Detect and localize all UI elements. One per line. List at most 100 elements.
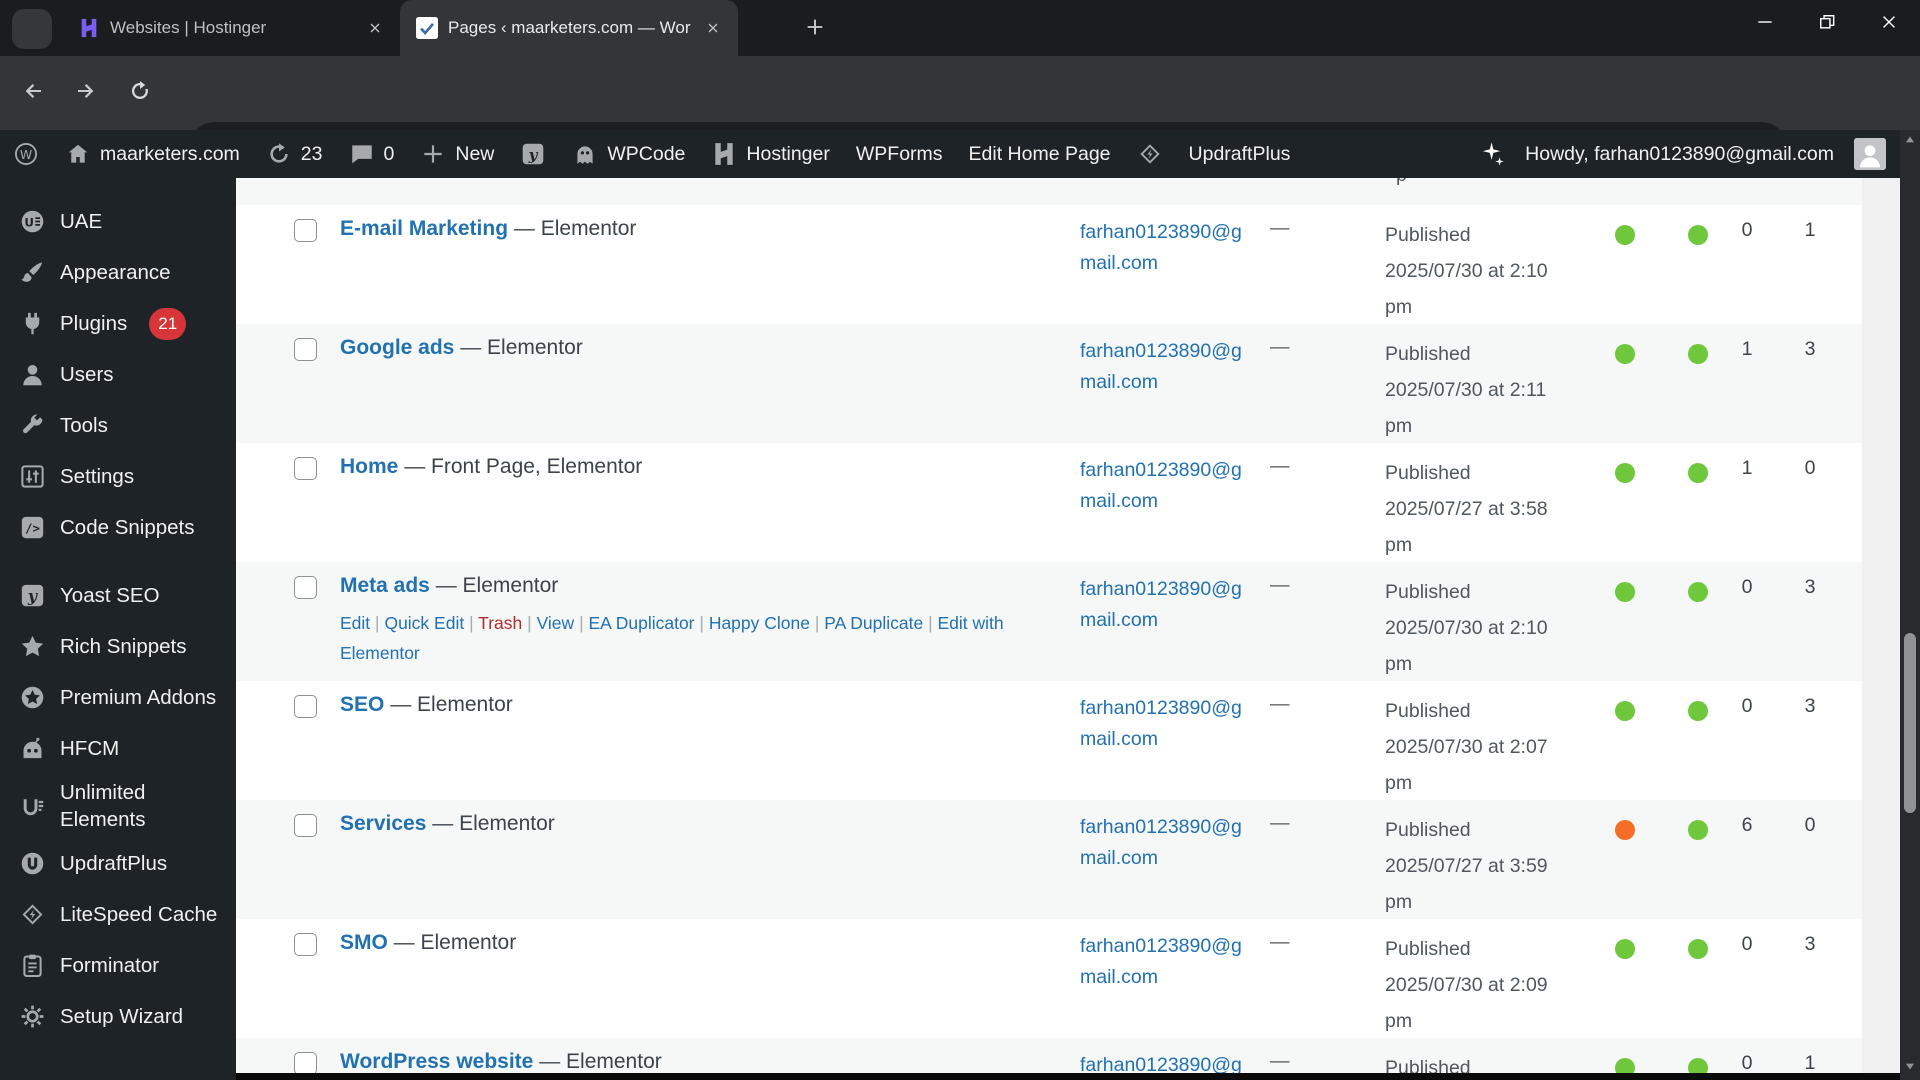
- tab-close-icon[interactable]: [702, 17, 724, 39]
- adminbar-label: WPForms: [855, 142, 943, 165]
- close-button[interactable]: [1858, 0, 1920, 48]
- sliders-icon: [18, 463, 46, 491]
- author-link[interactable]: farhan0123890@g mail.com: [1080, 812, 1258, 874]
- page-title-link[interactable]: WordPress website: [340, 1050, 533, 1073]
- row-checkbox[interactable]: [294, 933, 317, 956]
- page-title-line: Services — Elementor: [340, 812, 555, 836]
- author-link[interactable]: farhan0123890@g mail.com: [1080, 693, 1258, 755]
- adminbar-yoast[interactable]: y: [507, 130, 559, 178]
- row-action-quick-edit[interactable]: Quick Edit: [384, 613, 464, 633]
- adminbar-site-name[interactable]: maarketers.com: [52, 130, 253, 178]
- new-tab-button[interactable]: [800, 14, 830, 44]
- sidebar-item-updraftplus[interactable]: UpdraftPlus: [0, 838, 236, 889]
- author-link[interactable]: farhan0123890@g mail.com: [1080, 574, 1258, 636]
- plus-icon: [804, 16, 826, 43]
- forward-button[interactable]: [66, 73, 106, 113]
- count-column-2: 3: [1804, 695, 1816, 717]
- row-checkbox[interactable]: [294, 219, 317, 242]
- row-checkbox[interactable]: [294, 338, 317, 361]
- sidebar-item-settings[interactable]: Settings: [0, 451, 236, 502]
- row-action-trash[interactable]: Trash: [478, 613, 522, 633]
- seo-score-dot: [1615, 344, 1635, 364]
- sidebar-item-unlimited-elements[interactable]: Unlimited Elements: [0, 774, 236, 838]
- page-title-link[interactable]: Meta ads: [340, 574, 430, 597]
- sidebar-item-label: HFCM: [60, 737, 120, 760]
- admin-menu-list: U UAE Appearance Plugins 21 Users Tools Setting…: [0, 196, 236, 1042]
- sidebar-item-hfcm[interactable]: HFCM: [0, 723, 236, 774]
- adminbar-edit-home-page[interactable]: Edit Home Page: [956, 130, 1124, 178]
- page-title-link[interactable]: SMO: [340, 931, 388, 954]
- tab-websites-hostinger[interactable]: Websites | Hostinger: [62, 0, 400, 56]
- star-icon: [18, 633, 46, 661]
- user-avatar[interactable]: [1854, 138, 1886, 170]
- page-title-link[interactable]: SEO: [340, 693, 384, 716]
- sidebar-item-label: Yoast SEO: [60, 584, 160, 607]
- author-link[interactable]: farhan0123890@g mail.com: [1080, 217, 1258, 279]
- row-action-view[interactable]: View: [537, 613, 575, 633]
- author-link[interactable]: farhan0123890@g mail.com: [1080, 455, 1258, 517]
- adminbar-new-content[interactable]: New: [407, 130, 507, 178]
- sidebar-item-label: Code Snippets: [60, 516, 195, 539]
- row-action-edit[interactable]: Edit: [340, 613, 370, 633]
- adminbar-wpforms[interactable]: WPForms: [843, 130, 956, 178]
- sidebar-item-litespeed-cache[interactable]: LiteSpeed Cache: [0, 889, 236, 940]
- adminbar-updates[interactable]: 23: [253, 130, 336, 178]
- tab-pages-maarketers-com-wor[interactable]: Pages ‹ maarketers.com — Wor: [400, 0, 738, 56]
- author-link[interactable]: farhan0123890@g mail.com: [1080, 336, 1258, 398]
- page-post-state: — Elementor: [533, 1050, 662, 1073]
- row-action-happy-clone[interactable]: Happy Clone: [709, 613, 810, 633]
- adminbar-hostinger[interactable]: Hostinger: [698, 130, 842, 178]
- table-row-meta-ads: Meta ads — Elementor Edit | Quick Edit | …: [236, 562, 1862, 681]
- page-title-link[interactable]: Google ads: [340, 336, 454, 359]
- adminbar-comments[interactable]: 0: [336, 130, 408, 178]
- sidebar-item-setup-wizard[interactable]: Setup Wizard: [0, 991, 236, 1042]
- sidebar-item-yoast-seo[interactable]: y Yoast SEO: [0, 570, 236, 621]
- sidebar-item-code-snippets[interactable]: /> Code Snippets: [0, 502, 236, 553]
- page-title-link[interactable]: Home: [340, 455, 398, 478]
- row-checkbox[interactable]: [294, 457, 317, 480]
- page-title-line: Google ads — Elementor: [340, 336, 583, 360]
- howdy-account-link[interactable]: Howdy, farhan0123890@gmail.com: [1525, 143, 1834, 166]
- sidebar-item-plugins[interactable]: Plugins 21: [0, 298, 236, 349]
- row-action-ea-duplicator[interactable]: EA Duplicator: [588, 613, 694, 633]
- page-title-link[interactable]: Services: [340, 812, 426, 835]
- no-comments-dash: —: [1270, 217, 1290, 239]
- table-row-seo: SEO — Elementor farhan0123890@g mail.com — P…: [236, 681, 1862, 800]
- minimize-button[interactable]: [1734, 0, 1796, 48]
- scrollbar-thumb[interactable]: [1904, 633, 1916, 813]
- adminbar-wpcode[interactable]: WPCode: [559, 130, 698, 178]
- sidebar-item-users[interactable]: Users: [0, 349, 236, 400]
- sidebar-item-tools[interactable]: Tools: [0, 400, 236, 451]
- row-checkbox[interactable]: [294, 576, 317, 599]
- restore-button[interactable]: [1796, 0, 1858, 48]
- author-link[interactable]: farhan0123890@g mail.com: [1080, 931, 1258, 993]
- scroll-up-icon[interactable]: [1900, 132, 1920, 152]
- sidebar-item-appearance[interactable]: Appearance: [0, 247, 236, 298]
- scroll-down-icon[interactable]: [1900, 1058, 1920, 1078]
- row-checkbox[interactable]: [294, 814, 317, 837]
- page-title-line: SEO — Elementor: [340, 693, 513, 717]
- reload-button[interactable]: [120, 73, 160, 113]
- page-scrollbar[interactable]: [1900, 130, 1920, 1080]
- tab-search-button[interactable]: [12, 9, 52, 50]
- row-action-pa-duplicate[interactable]: PA Duplicate: [824, 613, 923, 633]
- comment-icon: [349, 141, 375, 167]
- adminbar-wp-logo[interactable]: W: [0, 130, 52, 178]
- sidebar-item-uae[interactable]: U UAE: [0, 196, 236, 247]
- page-post-state: — Elementor: [508, 217, 637, 240]
- sidebar-item-label: Forminator: [60, 954, 160, 977]
- sidebar-item-label: UAE: [60, 210, 103, 233]
- page-title-link[interactable]: E-mail Marketing: [340, 217, 508, 240]
- sidebar-item-rich-snippets[interactable]: Rich Snippets: [0, 621, 236, 672]
- sparkles-icon[interactable]: [1477, 140, 1505, 168]
- page-title-line: E-mail Marketing — Elementor: [340, 217, 636, 241]
- sidebar-item-premium-addons[interactable]: Premium Addons: [0, 672, 236, 723]
- row-checkbox[interactable]: [294, 1052, 317, 1075]
- sidebar-item-forminator[interactable]: Forminator: [0, 940, 236, 991]
- adminbar-litespeed[interactable]: [1124, 130, 1176, 178]
- adminbar-label: Edit Home Page: [968, 142, 1111, 165]
- adminbar-updraftplus[interactable]: UpdraftPlus: [1176, 130, 1304, 178]
- back-button[interactable]: [13, 73, 53, 113]
- tab-close-icon[interactable]: [364, 17, 386, 39]
- row-checkbox[interactable]: [294, 695, 317, 718]
